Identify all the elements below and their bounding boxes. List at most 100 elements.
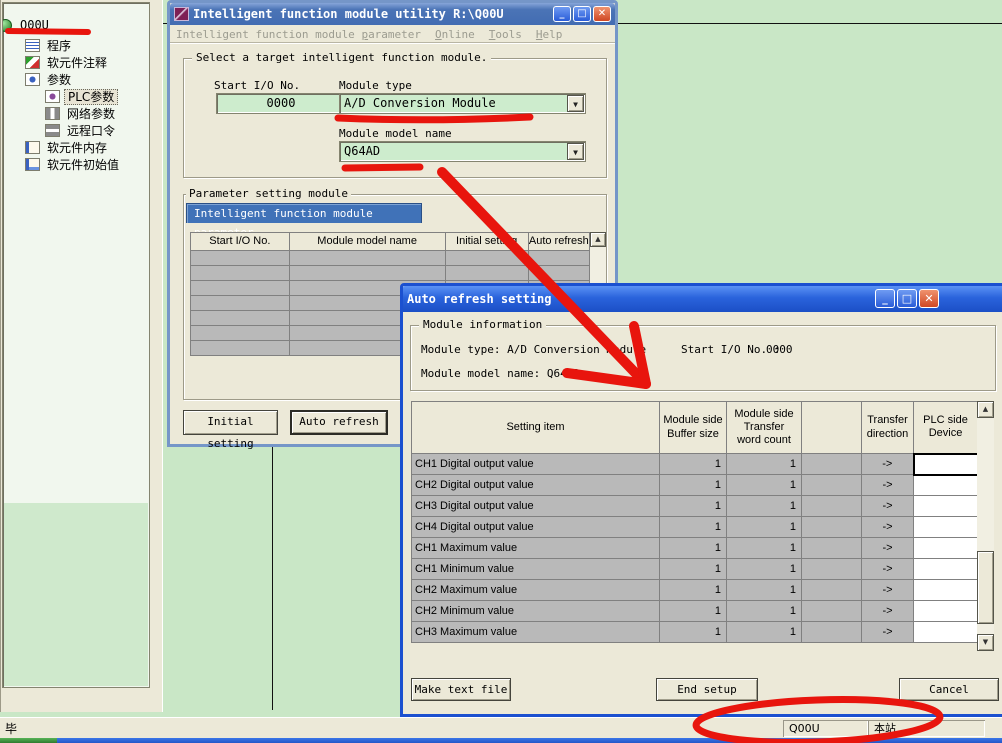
column-header: Start I/O No.: [191, 233, 290, 251]
transfer-direction-cell: ->: [862, 559, 914, 580]
table-cell[interactable]: [289, 266, 445, 281]
tree-item-project-root[interactable]: Q00U: [3, 13, 149, 37]
module-model-label: Module model name: [339, 127, 452, 140]
table-cell[interactable]: [191, 266, 290, 281]
table-cell[interactable]: [191, 281, 290, 296]
status-bar: 毕 Q00U 本站: [0, 717, 1002, 738]
setting-item-cell[interactable]: CH1 Minimum value: [412, 559, 660, 580]
tab-intelligent-function-module-parameter[interactable]: Intelligent function module parameter: [186, 203, 422, 223]
table-row: CH2 Maximum value11 ->: [412, 580, 978, 601]
table-cell[interactable]: [528, 266, 589, 281]
scroll-down-icon[interactable]: ▼: [977, 634, 994, 651]
word-count-cell: 1: [727, 559, 802, 580]
setting-item-cell[interactable]: CH3 Maximum value: [412, 622, 660, 643]
close-icon[interactable]: ✕: [593, 6, 611, 22]
table-cell[interactable]: [191, 311, 290, 326]
module-type-label: Module type: [339, 79, 412, 92]
setting-item-cell[interactable]: CH2 Minimum value: [412, 601, 660, 622]
tree-item-label: 软元件注释: [44, 56, 110, 70]
dialog-titlebar[interactable]: Auto refresh setting _ □ ✕: [403, 286, 1002, 312]
table-row: CH2 Digital output value11 ->: [412, 475, 978, 496]
plc-side-device-cell[interactable]: [914, 496, 978, 517]
menu-parameter[interactable]: Intelligent function module parameter: [176, 28, 421, 41]
taskbar-strip[interactable]: [0, 738, 1002, 743]
cancel-button[interactable]: Cancel: [899, 678, 999, 701]
menu-help[interactable]: Help: [536, 28, 563, 41]
setting-item-cell[interactable]: CH1 Digital output value: [412, 454, 660, 475]
menu-tools[interactable]: Tools: [489, 28, 522, 41]
tree-item-program[interactable]: 程序: [3, 37, 149, 54]
transfer-direction-cell: ->: [862, 517, 914, 538]
plc-side-device-cell[interactable]: [914, 475, 978, 496]
word-count-cell: 1: [727, 622, 802, 643]
transfer-direction-cell: ->: [862, 580, 914, 601]
tree-item-network-parameter[interactable]: 网络参数: [3, 105, 149, 122]
table-cell[interactable]: [445, 251, 528, 266]
tree-item-device-memory[interactable]: 软元件内存: [3, 139, 149, 156]
tree-item-label: 软元件初始值: [44, 158, 122, 172]
table-cell[interactable]: [191, 341, 290, 356]
table-cell[interactable]: [191, 296, 290, 311]
column-header: Module side Buffer size: [660, 402, 727, 454]
end-setup-button[interactable]: End setup: [656, 678, 758, 701]
start-io-input[interactable]: 0000: [216, 93, 346, 114]
start-button-edge[interactable]: [0, 738, 57, 743]
table-row: [191, 251, 590, 266]
maximize-icon[interactable]: □: [573, 6, 591, 22]
setting-item-cell[interactable]: CH2 Maximum value: [412, 580, 660, 601]
auto-refresh-button[interactable]: Auto refresh: [290, 410, 388, 435]
remote-password-icon: [45, 124, 60, 137]
tree-item-parameter[interactable]: 参数: [3, 71, 149, 88]
close-icon[interactable]: ✕: [919, 289, 939, 308]
chevron-down-icon[interactable]: ▼: [567, 143, 584, 160]
dialog-title: Auto refresh setting: [407, 292, 552, 306]
plc-side-device-cell[interactable]: [914, 517, 978, 538]
table-cell[interactable]: [289, 251, 445, 266]
tree-item-device-comment[interactable]: 软元件注释: [3, 54, 149, 71]
table-cell[interactable]: [445, 266, 528, 281]
plc-side-device-cell[interactable]: [914, 559, 978, 580]
tree-item-list: Q00U 程序软元件注释参数PLC参数网络参数远程口令软元件内存软元件初始值: [3, 13, 149, 173]
scrollbar-thumb[interactable]: [977, 551, 994, 624]
auto-refresh-table: Setting itemModule side Buffer sizeModul…: [411, 401, 994, 651]
plc-side-device-cell[interactable]: [914, 601, 978, 622]
setting-item-cell[interactable]: CH3 Digital output value: [412, 496, 660, 517]
plc-side-device-cell[interactable]: [914, 622, 978, 643]
scroll-up-icon[interactable]: ▲: [977, 401, 994, 418]
plc-side-device-cell[interactable]: [914, 454, 978, 475]
chevron-down-icon[interactable]: ▼: [567, 95, 584, 112]
auto-refresh-dialog: Auto refresh setting _ □ ✕ Module inform…: [400, 283, 1002, 717]
menu-online[interactable]: Online: [435, 28, 475, 41]
tree-item-plc-parameter[interactable]: PLC参数: [3, 88, 149, 105]
maximize-icon[interactable]: □: [897, 289, 917, 308]
minimize-icon[interactable]: _: [875, 289, 895, 308]
plc-parameter-icon: [45, 90, 60, 103]
minimize-icon[interactable]: _: [553, 6, 571, 22]
table-row: CH2 Minimum value11 ->: [412, 601, 978, 622]
table-cell[interactable]: [191, 326, 290, 341]
setting-item-cell[interactable]: CH4 Digital output value: [412, 517, 660, 538]
tree-item-remote-password[interactable]: 远程口令: [3, 122, 149, 139]
main-window-titlebar[interactable]: Intelligent function module utility R:\Q…: [170, 3, 615, 25]
setting-item-cell[interactable]: CH2 Digital output value: [412, 475, 660, 496]
module-model-value: Q64AD: [344, 144, 380, 158]
blank-cell: [802, 622, 862, 643]
plc-side-device-cell[interactable]: [914, 580, 978, 601]
table-row: [191, 266, 590, 281]
word-count-cell: 1: [727, 538, 802, 559]
table-cell[interactable]: [191, 251, 290, 266]
scroll-up-icon[interactable]: ▲: [590, 232, 606, 247]
tree-item-label: 软元件内存: [44, 141, 110, 155]
module-type-select[interactable]: A/D Conversion Module ▼: [339, 93, 586, 114]
setting-item-cell[interactable]: CH1 Maximum value: [412, 538, 660, 559]
table-cell[interactable]: [528, 251, 589, 266]
make-text-file-button[interactable]: Make text file: [411, 678, 511, 701]
initial-setting-button[interactable]: Initial setting: [183, 410, 278, 435]
status-cell-station: 本站: [868, 720, 985, 737]
tree-item-device-initial-value[interactable]: 软元件初始值: [3, 156, 149, 173]
plc-side-device-cell[interactable]: [914, 538, 978, 559]
module-model-select[interactable]: Q64AD ▼: [339, 141, 586, 162]
tree-item-label: PLC参数: [64, 89, 118, 105]
table-row: CH1 Digital output value11 ->: [412, 454, 978, 475]
column-header: [802, 402, 862, 454]
